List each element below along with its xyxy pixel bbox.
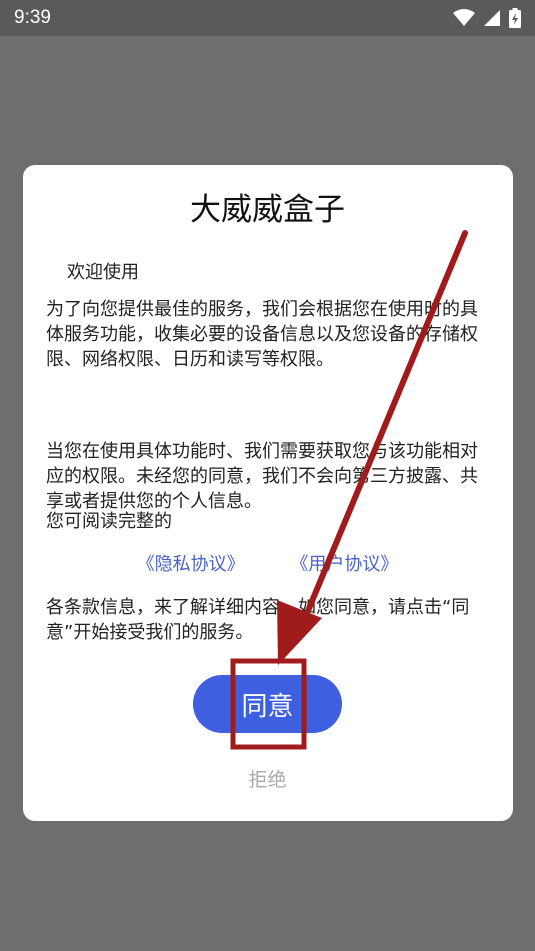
agree-button[interactable]: 同意 <box>193 675 342 733</box>
welcome-text: 欢迎使用 <box>67 262 139 283</box>
read-full-text: 您可阅读完整的 <box>46 511 172 532</box>
signal-icon <box>483 9 501 27</box>
terms-paragraph: 各条款信息，来了解详细内容。如您同意，请点击“同意”开始接受我们的服务。 <box>46 597 470 643</box>
consent-paragraph: 当您在使用具体功能时、我们需要获取您与该功能相对应的权限。未经您的同意，我们不会… <box>46 441 478 512</box>
permission-paragraph: 为了向您提供最佳的服务，我们会根据您在使用时的具体服务功能，收集必要的设备信息以… <box>46 299 478 370</box>
privacy-policy-link[interactable]: 《隐私协议》 <box>137 550 245 576</box>
battery-charging-icon <box>509 8 521 28</box>
agreement-links: 《隐私协议》 《用户协议》 <box>0 550 535 576</box>
status-icons <box>453 8 521 28</box>
reject-button[interactable]: 拒绝 <box>0 765 535 792</box>
status-bar: 9:39 <box>0 0 535 36</box>
user-agreement-link[interactable]: 《用户协议》 <box>290 550 398 576</box>
status-time: 9:39 <box>14 7 51 28</box>
dialog-title: 大威威盒子 <box>190 192 345 228</box>
wifi-icon <box>453 9 475 27</box>
agree-button-label: 同意 <box>241 691 294 722</box>
